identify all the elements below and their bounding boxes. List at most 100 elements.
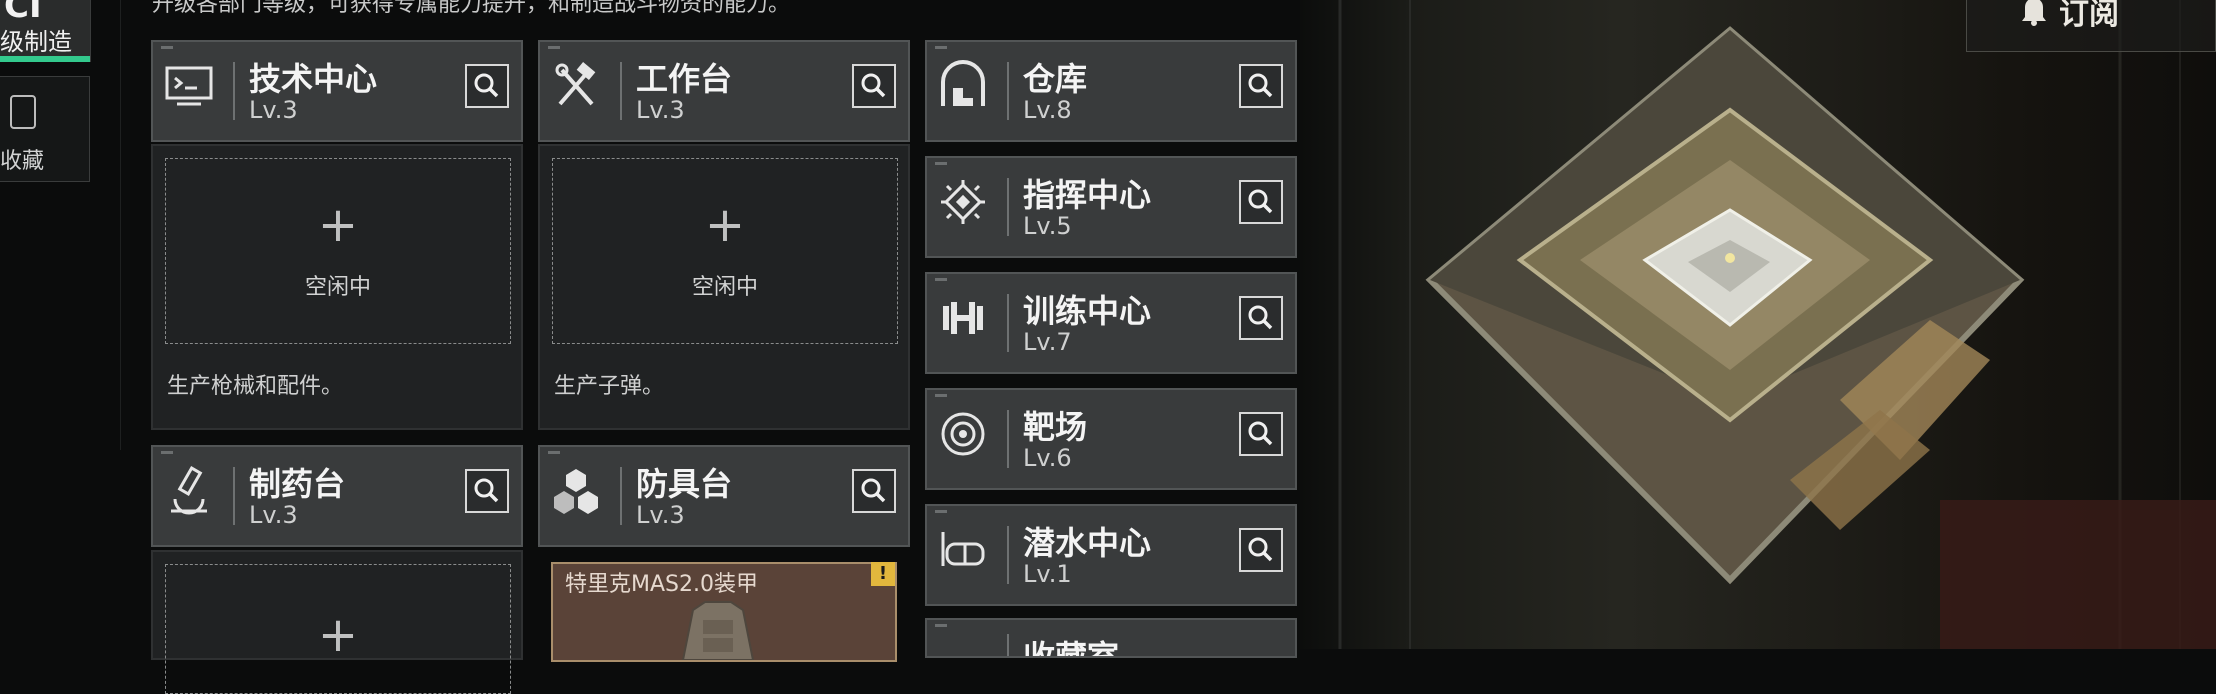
base-artwork: 订阅: [1300, 0, 2216, 649]
add-icon: +: [704, 197, 746, 253]
slot-status: 空闲中: [304, 275, 371, 300]
facility-card-diving-center[interactable]: 潜水中心 Lv.1: [925, 504, 1297, 606]
corner-mark: [161, 46, 173, 49]
facility-card-armor-bench[interactable]: 防具台 Lv.3: [538, 445, 910, 547]
search-button[interactable]: [465, 469, 509, 513]
facility-name: 防具台: [636, 465, 733, 503]
header-separator: [1007, 634, 1009, 656]
facility-level: Lv.8: [1023, 96, 1072, 124]
search-icon: [1248, 305, 1273, 330]
corner-mark: [548, 46, 560, 49]
search-icon: [474, 478, 499, 503]
facility-level: Lv.6: [1023, 444, 1072, 472]
search-icon: [1248, 421, 1273, 446]
search-button[interactable]: [1239, 296, 1283, 340]
search-button[interactable]: [1239, 528, 1283, 572]
facility-name: 收藏室: [1023, 638, 1120, 658]
facility-level: Lv.3: [249, 96, 298, 124]
facility-card-training-center[interactable]: 训练中心 Lv.7: [925, 272, 1297, 374]
facility-name: 技术中心: [249, 60, 378, 98]
divider: [120, 0, 121, 450]
search-button[interactable]: [1239, 64, 1283, 108]
bell-icon: [2022, 0, 2046, 26]
search-icon: [861, 478, 886, 503]
target-icon: [941, 412, 985, 456]
facility-name: 仓库: [1023, 60, 1088, 98]
item-name: 特里克MAS2.0装甲: [565, 572, 758, 597]
active-tab-indicator: [0, 56, 90, 62]
corner-mark: [161, 451, 173, 454]
corner-mark: [935, 394, 947, 397]
facility-level: Lv.3: [636, 96, 685, 124]
header-separator: [1007, 526, 1009, 584]
warehouse-icon: [941, 60, 985, 106]
header-separator: [1007, 294, 1009, 352]
microscope-icon: [171, 466, 207, 515]
search-icon: [474, 73, 499, 98]
facility-card-pharmacy[interactable]: 制药台 Lv.3: [151, 445, 523, 547]
search-button[interactable]: [852, 64, 896, 108]
facility-level: Lv.7: [1023, 328, 1072, 356]
search-icon: [1248, 73, 1273, 98]
production-slot[interactable]: + 空闲中 生产子弹。: [538, 144, 910, 430]
production-slot[interactable]: + 空闲中 生产枪械和配件。: [151, 144, 523, 430]
facility-card-warehouse[interactable]: 仓库 Lv.8: [925, 40, 1297, 142]
facility-name: 工作台: [636, 60, 733, 98]
add-icon: +: [317, 197, 359, 253]
header-separator: [1007, 62, 1009, 120]
sidebar-tab-label: 收藏: [0, 149, 45, 174]
corner-mark: [935, 624, 947, 627]
corner-mark: [935, 278, 947, 281]
facility-name: 训练中心: [1023, 292, 1152, 330]
subscribe-label: 订阅: [2059, 0, 2119, 32]
armor-production-item[interactable]: 特里克MAS2.0装甲 !: [551, 562, 897, 662]
sidebar-tab-manufacture[interactable]: CI 级制造: [0, 0, 91, 62]
facility-name: 潜水中心: [1023, 524, 1152, 562]
facility-note: 生产枪械和配件。: [167, 374, 344, 399]
corner-mark: [935, 162, 947, 165]
page-description: 升级各部门等级，可获得专属能力提升，和制造战斗物资的能力。: [152, 0, 791, 17]
header-separator: [233, 62, 235, 120]
header-separator: [620, 467, 622, 525]
corner-mark: [935, 510, 947, 513]
empty-slot-frame: + 空闲中: [552, 158, 898, 344]
header-separator: [233, 467, 235, 525]
facility-card-command-center[interactable]: 指挥中心 Lv.5: [925, 156, 1297, 258]
sidebar-tab-label: 级制造: [0, 28, 72, 56]
slot-status: 空闲中: [691, 275, 758, 300]
diving-mask-icon: [941, 532, 985, 566]
armor-vest-icon: [681, 601, 755, 660]
facility-name: 指挥中心: [1023, 176, 1152, 214]
empty-slot-frame: + 空闲中: [165, 158, 511, 344]
facility-card-collection-room[interactable]: 收藏室: [925, 618, 1297, 658]
add-icon: +: [317, 607, 359, 663]
search-button[interactable]: [1239, 412, 1283, 456]
facility-note: 生产子弹。: [554, 374, 665, 399]
search-button[interactable]: [465, 64, 509, 108]
search-button[interactable]: [852, 469, 896, 513]
dumbbell-icon: [943, 302, 983, 334]
facility-card-shooting-range[interactable]: 靶场 Lv.6: [925, 388, 1297, 490]
header-separator: [1007, 178, 1009, 236]
header-separator: [1007, 410, 1009, 468]
facility-level: Lv.5: [1023, 212, 1072, 240]
facility-name: 靶场: [1023, 408, 1088, 446]
tools-icon: [555, 62, 596, 106]
warning-badge: !: [871, 562, 895, 586]
cubes-icon: [554, 469, 598, 514]
corner-mark: [935, 46, 947, 49]
corner-mark: [548, 451, 560, 454]
left-sidebar: CI 级制造 收藏: [0, 0, 91, 649]
search-icon: [861, 73, 886, 98]
facility-name: 制药台: [249, 465, 346, 503]
facility-level: Lv.3: [249, 501, 298, 529]
subscribe-button[interactable]: 订阅: [1966, 0, 2216, 52]
collection-box-icon: [10, 95, 36, 129]
search-button[interactable]: [1239, 180, 1283, 224]
production-slot[interactable]: +: [151, 550, 523, 694]
empty-slot-frame: +: [165, 564, 511, 694]
sidebar-tab-collection[interactable]: 收藏: [0, 76, 90, 182]
facility-level: Lv.1: [1023, 560, 1072, 588]
facility-card-workbench[interactable]: 工作台 Lv.3: [538, 40, 910, 142]
facility-card-tech-center[interactable]: 技术中心 Lv.3: [151, 40, 523, 142]
